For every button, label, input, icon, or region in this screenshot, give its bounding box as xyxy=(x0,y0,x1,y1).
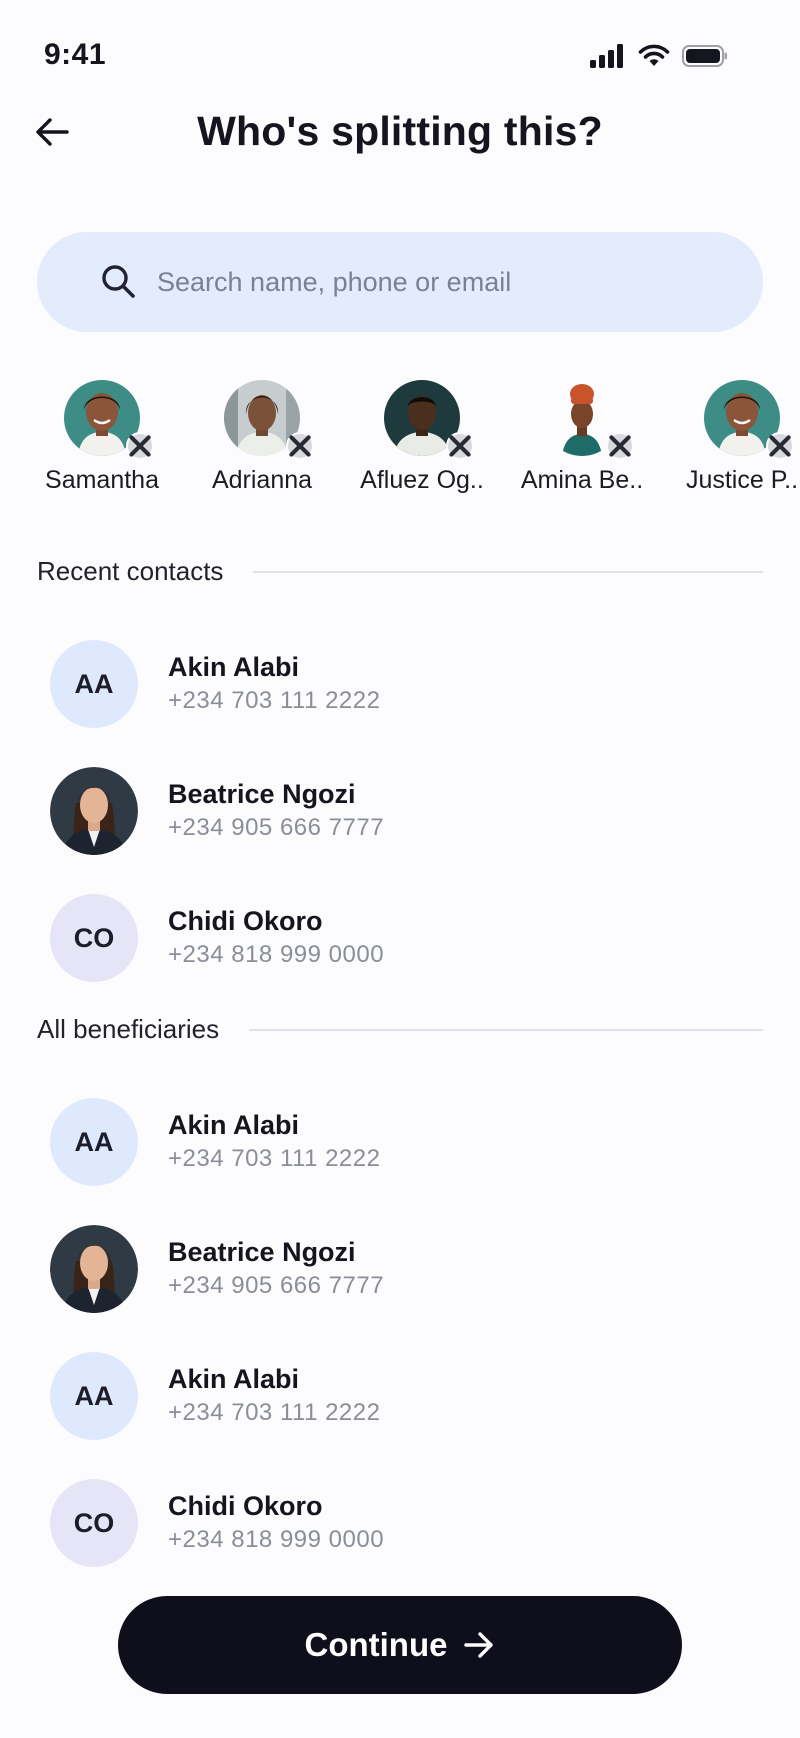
contact-phone: +234 818 999 0000 xyxy=(168,941,385,968)
search-icon xyxy=(102,265,135,298)
selected-participant: Samantha xyxy=(22,380,182,495)
contact-name: Chidi Okoro xyxy=(168,906,323,936)
search-field[interactable] xyxy=(37,232,763,332)
contact-phone: +234 905 666 7777 xyxy=(168,814,385,841)
status-icons xyxy=(590,44,728,73)
selected-participant: Afluez Og.. xyxy=(342,380,502,495)
close-icon xyxy=(449,435,471,457)
selected-participant: Amina Be.. xyxy=(502,380,662,495)
avatar: AA xyxy=(50,1098,138,1186)
contact-row[interactable]: Beatrice Ngozi +234 905 666 7777 xyxy=(50,766,750,856)
selected-participants: Samantha Adrianna Afluez Og.. Amina Be.. xyxy=(0,380,800,500)
remove-participant-button[interactable] xyxy=(126,432,154,460)
avatar xyxy=(704,380,794,460)
selected-participant: Justice P.. xyxy=(662,380,800,495)
contact-row[interactable]: CO Chidi Okoro +234 818 999 0000 xyxy=(50,893,750,983)
participant-name: Afluez Og.. xyxy=(360,466,484,494)
contact-name: Akin Alabi xyxy=(168,1364,300,1394)
divider xyxy=(249,1028,763,1031)
avatar-initials: AA xyxy=(74,1126,114,1157)
contact-name: Akin Alabi xyxy=(168,652,300,682)
avatar xyxy=(384,380,474,460)
avatar xyxy=(64,380,154,460)
contact-phone: +234 703 111 2222 xyxy=(168,1399,381,1426)
avatar xyxy=(544,380,634,460)
continue-button[interactable]: Continue xyxy=(118,1596,682,1694)
section-title: All beneficiaries xyxy=(37,1014,220,1044)
participant-name: Adrianna xyxy=(211,466,313,494)
cellular-signal-icon xyxy=(590,44,626,73)
beneficiary-row[interactable]: AA Akin Alabi +234 703 111 2222 xyxy=(50,1351,750,1441)
contact-phone: +234 703 111 2222 xyxy=(168,1145,381,1172)
participant-name: Samantha xyxy=(45,466,159,494)
contact-row[interactable]: AA Akin Alabi +234 703 111 2222 xyxy=(50,639,750,729)
selected-participant: Adrianna xyxy=(182,380,342,495)
remove-participant-button[interactable] xyxy=(286,432,314,460)
avatar: AA xyxy=(50,640,138,728)
status-time: 9:41 xyxy=(44,38,107,71)
avatar: AA xyxy=(50,1352,138,1440)
remove-participant-button[interactable] xyxy=(766,432,794,460)
wifi-icon xyxy=(638,44,670,73)
avatar-initials: AA xyxy=(74,668,114,699)
close-icon xyxy=(769,435,791,457)
avatar: CO xyxy=(50,894,138,982)
remove-participant-button[interactable] xyxy=(446,432,474,460)
contact-name: Beatrice Ngozi xyxy=(168,1237,356,1267)
avatar xyxy=(224,380,314,460)
avatar-initials: AA xyxy=(74,1380,114,1411)
beneficiary-row[interactable]: AA Akin Alabi +234 703 111 2222 xyxy=(50,1097,750,1187)
avatar-initials: CO xyxy=(73,1507,115,1538)
page-title: Who's splitting this? xyxy=(197,108,603,154)
contact-phone: +234 905 666 7777 xyxy=(168,1272,385,1299)
divider xyxy=(253,570,763,573)
beneficiary-row[interactable]: Beatrice Ngozi +234 905 666 7777 xyxy=(50,1224,750,1314)
contact-phone: +234 703 111 2222 xyxy=(168,687,381,714)
avatar xyxy=(50,767,138,855)
contact-phone: +234 818 999 0000 xyxy=(168,1526,385,1553)
arrow-right-icon xyxy=(464,1632,494,1658)
battery-icon xyxy=(682,44,728,73)
all-beneficiaries-header: All beneficiaries xyxy=(37,1014,763,1045)
remove-participant-button[interactable] xyxy=(606,432,634,460)
contact-name: Chidi Okoro xyxy=(168,1491,323,1521)
close-icon xyxy=(289,435,311,457)
recent-contacts-header: Recent contacts xyxy=(37,556,763,587)
search-input[interactable] xyxy=(157,266,717,298)
beneficiary-row[interactable]: CO Chidi Okoro +234 818 999 0000 xyxy=(50,1478,750,1568)
contact-name: Akin Alabi xyxy=(168,1110,300,1140)
avatar xyxy=(50,1225,138,1313)
continue-label: Continue xyxy=(304,1626,448,1663)
contact-name: Beatrice Ngozi xyxy=(168,779,356,809)
section-title: Recent contacts xyxy=(37,556,224,586)
avatar-initials: CO xyxy=(73,922,115,953)
participant-name: Amina Be.. xyxy=(520,466,644,494)
close-icon xyxy=(129,435,151,457)
close-icon xyxy=(609,435,631,457)
avatar: CO xyxy=(50,1479,138,1567)
status-bar: 9:41 xyxy=(0,0,800,110)
